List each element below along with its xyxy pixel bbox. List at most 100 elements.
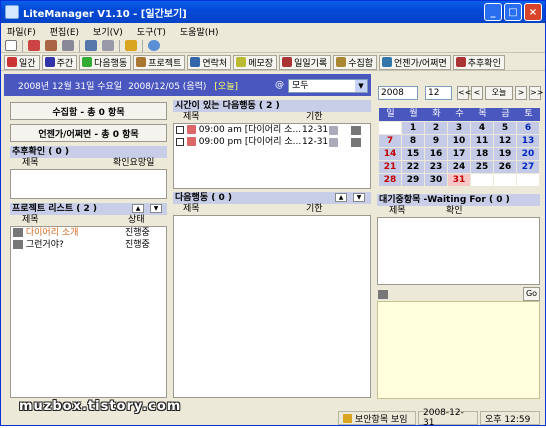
contacts-button[interactable]: 연락처	[187, 54, 232, 70]
col-due[interactable]: 기한	[306, 204, 323, 215]
print-icon[interactable]	[102, 40, 114, 51]
menu-tools[interactable]: 도구(T)	[137, 25, 166, 38]
today-link[interactable]: [오늘]	[214, 79, 238, 92]
col-title[interactable]: 제목	[22, 158, 39, 169]
context-filter-select[interactable]: 모두 ▼	[288, 79, 368, 93]
import-icon[interactable]	[28, 40, 40, 51]
project-button[interactable]: 프로젝트	[133, 54, 186, 70]
calendar-day[interactable]: 6	[517, 122, 539, 134]
memo-button[interactable]: 메모장	[233, 54, 278, 70]
someday-button[interactable]: 언젠가/어쩌면	[379, 54, 451, 70]
col-check-date[interactable]: 확인요망일	[113, 158, 154, 169]
calendar-day[interactable]: 14	[379, 148, 401, 160]
calendar-day[interactable]: 8	[402, 135, 424, 147]
calendar-day[interactable]: 21	[379, 161, 401, 173]
followup-list[interactable]	[10, 169, 167, 199]
inbox-total-button[interactable]: 수집함 - 총 0 항목	[10, 102, 167, 120]
search-icon[interactable]	[148, 40, 160, 51]
project-icon	[378, 290, 388, 299]
calendar-day[interactable]: 11	[471, 135, 493, 147]
calendar-day[interactable]: 2	[425, 122, 447, 134]
new-file-icon[interactable]	[5, 40, 17, 51]
export-icon[interactable]	[45, 40, 57, 51]
calendar-day[interactable]: 16	[425, 148, 447, 160]
menu-help[interactable]: 도움말(H)	[180, 25, 219, 38]
list-item[interactable]: 다이어리 소개 진행중	[13, 228, 163, 239]
scroll-up-button[interactable]: ▲	[132, 204, 144, 213]
someday-total-button[interactable]: 언젠가/어쩌면 - 총 0 항목	[10, 124, 167, 142]
scroll-down-button[interactable]: ▼	[353, 193, 365, 202]
checkbox[interactable]	[176, 137, 184, 146]
calendar-day[interactable]: 25	[471, 161, 493, 173]
calendar-day[interactable]: 28	[379, 174, 401, 186]
menu-file[interactable]: 파일(F)	[7, 25, 36, 38]
col-title[interactable]: 제목	[183, 204, 200, 215]
calendar-day[interactable]: 22	[402, 161, 424, 173]
scroll-down-button[interactable]: ▼	[150, 204, 162, 213]
calendar-day[interactable]: 5	[494, 122, 516, 134]
day-view-button[interactable]: 일간	[4, 54, 40, 70]
week-view-button[interactable]: 주간	[41, 54, 78, 70]
calendar-day[interactable]: 20	[517, 148, 539, 160]
calendar-day[interactable]: 3	[448, 122, 470, 134]
calendar-day[interactable]: 27	[517, 161, 539, 173]
lock-icon[interactable]	[125, 40, 137, 51]
next-month-button[interactable]: >	[515, 86, 527, 100]
calendar-day[interactable]: 24	[448, 161, 470, 173]
col-due[interactable]: 기한	[306, 112, 323, 123]
calendar-day[interactable]: 9	[425, 135, 447, 147]
list-item[interactable]: 09:00 pm [다이어리 소... 12-31	[176, 137, 368, 148]
next-actions-list[interactable]	[173, 215, 371, 398]
diary-button[interactable]: 일일기록	[279, 54, 332, 70]
menu-view[interactable]: 보기(V)	[93, 25, 123, 38]
memo-area[interactable]	[377, 301, 540, 399]
view-icon[interactable]	[85, 40, 97, 51]
go-button[interactable]: Go	[523, 287, 540, 301]
calendar-day[interactable]: 29	[402, 174, 424, 186]
col-title[interactable]: 제목	[183, 112, 200, 123]
checkbox[interactable]	[176, 125, 184, 134]
calendar-day[interactable]: 7	[379, 135, 401, 147]
calendar-day[interactable]: 23	[425, 161, 447, 173]
calendar-day[interactable]: 17	[448, 148, 470, 160]
project-list-title: 프로젝트 리스트 ( 2 )	[12, 204, 97, 214]
next-action-button[interactable]: 다음행동	[79, 54, 132, 70]
chevron-down-icon[interactable]: ▼	[355, 80, 367, 92]
calendar-day[interactable]: 12	[494, 135, 516, 147]
col-title[interactable]: 제목	[389, 206, 406, 217]
button-label: 수집함	[348, 58, 374, 69]
menu-edit[interactable]: 편집(E)	[50, 25, 79, 38]
calendar-day[interactable]: 15	[402, 148, 424, 160]
alarm-icon	[186, 137, 196, 146]
list-item[interactable]: 09:00 am [다이어리 소... 12-31	[176, 125, 368, 136]
eraser-icon[interactable]	[62, 40, 74, 51]
close-button[interactable]: ×	[524, 3, 542, 21]
maximize-button[interactable]: □	[504, 3, 522, 21]
prev-month-button[interactable]: <	[471, 86, 483, 100]
calendar-day[interactable]: 13	[517, 135, 539, 147]
list-item[interactable]: 그런거야? 진행중	[13, 240, 163, 251]
weekday-label: 목	[478, 109, 487, 119]
inbox-button[interactable]: 수집함	[333, 54, 378, 70]
calendar-day[interactable]: 1	[402, 122, 424, 134]
col-status[interactable]: 상태	[128, 215, 145, 226]
minimize-button[interactable]: _	[484, 3, 502, 21]
followup-button[interactable]: 추후확인	[452, 54, 505, 70]
scroll-up-button[interactable]: ▲	[335, 193, 347, 202]
year-spinner[interactable]: 2008	[378, 86, 418, 100]
col-check[interactable]: 확인	[446, 206, 463, 217]
calendar-day[interactable]: 30	[425, 174, 447, 186]
calendar-day[interactable]: 19	[494, 148, 516, 160]
today-button[interactable]: 오늘	[485, 86, 513, 100]
title-bar[interactable]: LiteManager V1.10 - [일간보기] _ □ ×	[1, 1, 545, 23]
prev-year-button[interactable]: <<	[457, 86, 471, 100]
calendar-day[interactable]: 18	[471, 148, 493, 160]
calendar-day[interactable]: 26	[494, 161, 516, 173]
next-year-button[interactable]: >>	[529, 86, 543, 100]
month-select[interactable]: 12	[425, 86, 452, 100]
calendar-day-today[interactable]: 31	[448, 174, 470, 186]
calendar-day[interactable]: 4	[471, 122, 493, 134]
waiting-for-list[interactable]	[377, 217, 540, 285]
calendar-day[interactable]: 10	[448, 135, 470, 147]
col-title[interactable]: 제목	[22, 215, 39, 226]
